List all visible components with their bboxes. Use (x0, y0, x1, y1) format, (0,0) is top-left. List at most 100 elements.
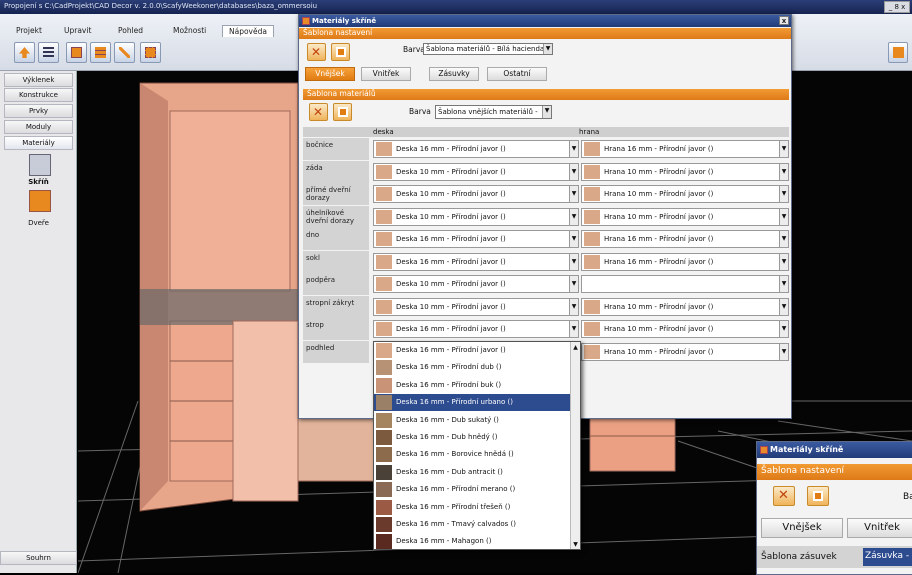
hrana-select[interactable]: Hrana 10 mm - Přírodní javor () ▼ (581, 207, 789, 226)
grid-button[interactable] (140, 42, 161, 63)
deska-select[interactable]: Deska 10 mm - Přírodní javor () ▼ (373, 207, 579, 226)
tab-pohled[interactable]: Pohled (112, 25, 149, 37)
tab-upravit[interactable]: Upravit (58, 25, 97, 37)
dialog2-section: Šablona nastavení (757, 464, 912, 480)
deska-select[interactable]: Deska 16 mm - Přírodní javor () ▼ (373, 320, 579, 338)
option-label: Deska 16 mm - Přírodní třešeň () (396, 502, 511, 511)
dropdown-option[interactable]: Deska 16 mm - Mahagon () (374, 533, 570, 549)
barva-label-2: Barva (409, 107, 431, 116)
dialog2-row-select[interactable]: Zásuvka - I (863, 548, 912, 566)
hrana-select[interactable]: Hrana 16 mm - Přírodní javor () ▼ (581, 230, 789, 248)
deska-select[interactable]: Deska 10 mm - Přírodní javor () ▼ (373, 162, 579, 181)
hrana-select[interactable]: ▼ (581, 275, 789, 293)
dropdown-option[interactable]: Deska 16 mm - Přírodní buk () (374, 377, 570, 394)
list-button[interactable] (38, 42, 59, 63)
material-row: dno Deska 16 mm - Přírodní javor () ▼ Hrana… (303, 228, 789, 251)
cancel-materials-button[interactable]: ✕ (309, 103, 328, 121)
materials-select[interactable]: Šablona vnějších materiálů - ▼ (435, 105, 552, 119)
option-label: Deska 16 mm - Borovice hnědá () (396, 450, 514, 459)
template-select[interactable]: Šablona materiálů - Bílá hacienda ▼ (423, 43, 553, 55)
tab-ostatni[interactable]: Ostatní (487, 67, 547, 81)
material-swatch (376, 447, 392, 463)
nav-materialy[interactable]: Materiály (4, 136, 73, 150)
hrana-select[interactable]: Hrana 10 mm - Přírodní javor () ▼ (581, 185, 789, 203)
dropdown-option[interactable]: Deska 16 mm - Tmavý calvados () (374, 516, 570, 533)
dialog2-tab-vnejsek[interactable]: Vnějšek (761, 518, 843, 538)
deska-select[interactable]: Deska 16 mm - Přírodní javor () ▼ (373, 140, 579, 158)
scroll-up-icon[interactable]: ▲ (572, 344, 579, 352)
material-swatch (584, 187, 600, 201)
dropdown-option[interactable]: Deska 16 mm - Dub hnědý () (374, 429, 570, 446)
arrow-up-button[interactable] (14, 42, 35, 63)
nav-prvky[interactable]: Prvky (4, 104, 73, 118)
summary-button[interactable]: Souhrn (0, 551, 77, 565)
layout-button[interactable] (66, 42, 87, 63)
dropdown-option[interactable]: Deska 16 mm - Dub antracit () (374, 464, 570, 481)
tab-vnejsek[interactable]: Vnějšek (305, 67, 355, 81)
section-template: Šablona nastavení (299, 28, 791, 39)
drawers-button[interactable] (90, 42, 111, 63)
dropdown-option[interactable]: Deska 16 mm - Přírodní javor () (374, 342, 570, 359)
nav-konstrukce[interactable]: Konstrukce (4, 88, 73, 102)
material-swatch (376, 254, 392, 269)
material-row: přímé dveřní dorazy Deska 10 mm - Přírodn… (303, 183, 789, 206)
nav-vyklenek[interactable]: Výklenek (4, 73, 73, 87)
door-tool-icon[interactable] (29, 190, 51, 212)
save-template-button[interactable] (331, 43, 350, 61)
chevron-down-icon: ▼ (779, 343, 788, 360)
material-swatch (584, 142, 600, 156)
dialog2-save-button[interactable] (807, 486, 829, 506)
material-swatch (376, 395, 392, 411)
material-swatch (376, 482, 392, 498)
export-button[interactable] (888, 42, 908, 63)
hrana-select[interactable]: Hrana 16 mm - Přírodní javor () ▼ (581, 140, 789, 158)
left-panel: Výklenek Konstrukce Prvky Moduly Materiá… (0, 71, 77, 573)
cancel-template-button[interactable]: ✕ (307, 43, 326, 61)
chevron-down-icon: ▼ (569, 141, 578, 157)
wardrobe-tool-icon[interactable] (29, 154, 51, 176)
material-row: podpěra Deska 10 mm - Přírodní javor () ▼ ▼ (303, 273, 789, 296)
save-materials-button[interactable] (333, 103, 352, 121)
close-button[interactable]: x (779, 16, 789, 25)
hrana-select[interactable]: Hrana 10 mm - Přírodní javor () ▼ (581, 297, 789, 316)
tab-napoveda[interactable]: Nápověda (222, 25, 274, 37)
tab-zasuvky[interactable]: Zásuvky (429, 67, 479, 81)
material-row: strop Deska 16 mm - Přírodní javor () ▼ Hra… (303, 318, 789, 341)
chevron-down-icon: ▼ (569, 321, 578, 337)
dropdown-option[interactable]: Deska 16 mm - Dub sukatý () (374, 412, 570, 429)
dropdown-option[interactable]: Deska 16 mm - Přírodní dub () (374, 359, 570, 376)
tab-moznosti[interactable]: Možnosti (167, 25, 212, 37)
save-icon (336, 47, 346, 57)
deska-select[interactable]: Deska 10 mm - Přírodní javor () ▼ (373, 185, 579, 203)
hrana-select[interactable]: Hrana 10 mm - Přírodní javor () ▼ (581, 162, 789, 181)
dialog2-cancel-button[interactable]: ✕ (773, 486, 795, 506)
material-swatch (584, 232, 600, 246)
dialog2-tab-vnitrek[interactable]: Vnitřek (847, 518, 912, 538)
hrana-value: Hrana 10 mm - Přírodní javor () (604, 167, 714, 176)
tab-vnitrek[interactable]: Vnitřek (361, 67, 411, 81)
chevron-down-icon: ▼ (542, 106, 551, 118)
scroll-down-icon[interactable]: ▼ (572, 541, 579, 549)
deska-select[interactable]: Deska 10 mm - Přírodní javor () ▼ (373, 297, 579, 316)
dropdown-scrollbar[interactable]: ▲ ▼ (570, 342, 580, 549)
hrana-select[interactable]: Hrana 10 mm - Přírodní javor () ▼ (581, 342, 789, 361)
measure-button[interactable] (114, 42, 135, 63)
dropdown-option[interactable]: Deska 16 mm - Přírodní merano () (374, 481, 570, 498)
dropdown-option[interactable]: Deska 16 mm - Borovice hnědá () (374, 446, 570, 463)
deska-select[interactable]: Deska 10 mm - Přírodní javor () ▼ (373, 275, 579, 293)
hrana-select[interactable]: Hrana 16 mm - Přírodní javor () ▼ (581, 252, 789, 271)
row-label: přímé dveřní dorazy (303, 183, 369, 205)
tool-label-skrin: Skříň (28, 178, 49, 186)
dropdown-option[interactable]: Deska 16 mm - Přírodní třešeň () (374, 499, 570, 516)
tab-projekt[interactable]: Projekt (10, 25, 48, 37)
material-swatch (376, 343, 392, 358)
deska-select[interactable]: Deska 16 mm - Přírodní javor () ▼ (373, 230, 579, 248)
material-swatch (376, 209, 392, 224)
hrana-select[interactable]: Hrana 10 mm - Přírodní javor () ▼ (581, 320, 789, 338)
dialog2-icon (760, 446, 768, 454)
window-controls[interactable]: _ 8 x (884, 1, 910, 13)
nav-moduly[interactable]: Moduly (4, 120, 73, 134)
deska-select[interactable]: Deska 16 mm - Přírodní javor () ▼ (373, 252, 579, 271)
deska-dropdown-list[interactable]: Deska 16 mm - Přírodní javor () Deska 16 … (373, 341, 581, 550)
dropdown-option[interactable]: Deska 16 mm - Přírodní urbano () (374, 394, 570, 412)
